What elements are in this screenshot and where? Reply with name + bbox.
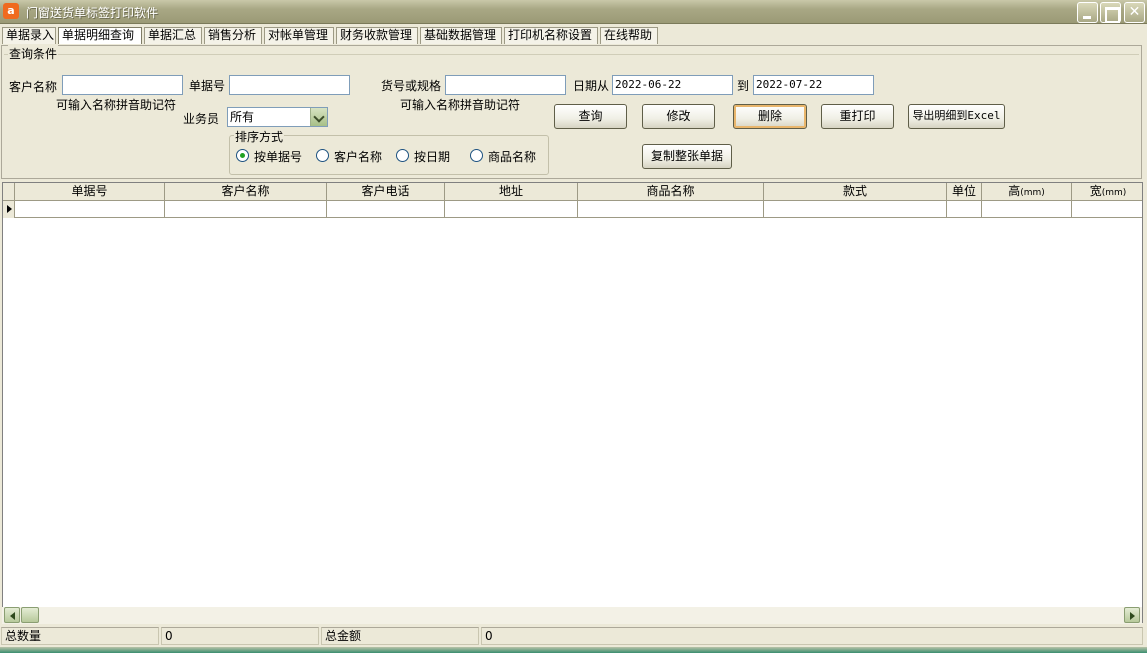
table-cell[interactable] (578, 201, 764, 218)
results-grid[interactable]: 单据号 客户名称 客户电话 地址 商品名称 款式 单位 高(mm) 宽(mm) (2, 182, 1143, 623)
query-panel: 查询条件 客户名称 可输入名称拼音助记符 单据号 货号或规格 可输入名称拼音助记… (1, 45, 1142, 179)
radio-unchecked-icon (470, 149, 483, 162)
column-header-product-name[interactable]: 商品名称 (578, 183, 764, 201)
column-header-height[interactable]: 高(mm) (982, 183, 1072, 201)
menu-item-finance[interactable]: 财务收款管理 (336, 27, 418, 44)
copy-order-button[interactable]: 复制整张单据 (642, 144, 732, 169)
menu-item-sales-analysis[interactable]: 销售分析 (204, 27, 262, 44)
delete-button[interactable]: 删除 (733, 104, 807, 129)
customer-name-hint: 可输入名称拼音助记符 (56, 98, 177, 112)
minimize-icon (1078, 3, 1097, 22)
sort-radio-label: 客户名称 (334, 150, 383, 164)
radio-checked-icon (236, 149, 249, 162)
edit-button[interactable]: 修改 (642, 104, 715, 129)
sort-radio-label: 按单据号 (254, 150, 303, 164)
chevron-down-icon[interactable] (310, 108, 327, 126)
column-header-label: 地址 (498, 184, 523, 198)
reprint-button[interactable]: 重打印 (821, 104, 894, 129)
column-header-unit[interactable]: 单位 (947, 183, 982, 201)
column-header-label: 款式 (842, 184, 867, 198)
column-header-label: 客户名称 (221, 184, 270, 198)
salesman-label: 业务员 (183, 112, 220, 126)
table-cell[interactable] (982, 201, 1072, 218)
order-number-input[interactable] (229, 75, 350, 95)
table-cell[interactable] (327, 201, 445, 218)
column-header-customer-name[interactable]: 客户名称 (165, 183, 327, 201)
column-header-address[interactable]: 地址 (445, 183, 578, 201)
window-title: 门窗送货单标签打印软件 (26, 6, 159, 20)
scroll-left-icon[interactable] (4, 607, 20, 623)
column-header-width[interactable]: 宽(mm) (1072, 183, 1142, 201)
query-panel-legend: 查询条件 (8, 45, 59, 62)
radio-unchecked-icon (396, 149, 409, 162)
product-spec-label: 货号或规格 (381, 79, 442, 93)
column-header-label: 客户电话 (361, 184, 410, 198)
product-spec-hint: 可输入名称拼音助记符 (400, 98, 521, 112)
table-cell[interactable] (764, 201, 947, 218)
date-to-input[interactable]: 2022-07-22 (753, 75, 874, 95)
sort-options-group: 排序方式 按单据号 客户名称 按日期 商品名称 (229, 128, 549, 175)
close-button[interactable]: ✕ (1124, 2, 1145, 23)
column-header-label: 商品名称 (646, 184, 695, 198)
table-cell[interactable] (445, 201, 578, 218)
horizontal-scrollbar[interactable] (2, 607, 1142, 624)
grid-corner (3, 183, 15, 201)
table-cell[interactable] (947, 201, 982, 218)
column-header-customer-phone[interactable]: 客户电话 (327, 183, 445, 201)
column-header-style[interactable]: 款式 (764, 183, 947, 201)
customer-name-label: 客户名称 (9, 80, 58, 94)
total-amount-value: 0 (481, 627, 1143, 645)
radio-unchecked-icon (316, 149, 329, 162)
column-header-order-number[interactable]: 单据号 (15, 183, 165, 201)
menu-item-statement[interactable]: 对帐单管理 (264, 27, 334, 44)
maximize-icon (1101, 3, 1120, 23)
table-cell[interactable] (15, 201, 165, 218)
scroll-right-icon[interactable] (1124, 607, 1140, 623)
column-header-unit-label: (mm) (1101, 188, 1127, 198)
grid-header: 单据号 客户名称 客户电话 地址 商品名称 款式 单位 高(mm) 宽(mm) (3, 183, 1142, 201)
menu-item-order-detail-query[interactable]: 单据明细查询 (58, 27, 142, 44)
column-header-label: 高 (1008, 184, 1021, 198)
sort-radio-label: 商品名称 (488, 150, 537, 164)
menu-item-order-entry[interactable]: 单据录入 (2, 27, 56, 44)
scrollbar-thumb[interactable] (21, 607, 39, 623)
total-quantity-value: 0 (161, 627, 319, 645)
query-button[interactable]: 查询 (554, 104, 627, 129)
status-bar: 总数量 0 总金额 0 (0, 626, 1147, 646)
sort-radio-label: 按日期 (414, 150, 451, 164)
maximize-button[interactable] (1100, 2, 1121, 23)
menu-item-order-summary[interactable]: 单据汇总 (144, 27, 202, 44)
total-quantity-label: 总数量 (1, 627, 159, 645)
date-from-input[interactable]: 2022-06-22 (612, 75, 733, 95)
table-cell[interactable] (165, 201, 327, 218)
app-icon: a (3, 3, 19, 19)
table-row[interactable] (3, 201, 1142, 218)
customer-name-input[interactable] (62, 75, 183, 95)
total-amount-label: 总金额 (321, 627, 479, 645)
menu-item-printer-settings[interactable]: 打印机名称设置 (504, 27, 598, 44)
column-header-label: 宽 (1089, 184, 1102, 198)
minimize-button[interactable] (1077, 2, 1098, 23)
order-number-label: 单据号 (189, 79, 226, 93)
window-bottom-edge (0, 647, 1147, 653)
close-icon: ✕ (1128, 4, 1141, 20)
menu-bar: 单据录入 单据明细查询 单据汇总 销售分析 对帐单管理 财务收款管理 基础数据管… (0, 25, 1147, 45)
column-header-label: 单位 (951, 184, 976, 198)
column-header-unit-label: (mm) (1020, 188, 1045, 198)
sort-options-legend: 排序方式 (234, 128, 285, 145)
column-header-label: 单据号 (71, 184, 108, 198)
export-excel-button[interactable]: 导出明细到Excel (908, 104, 1005, 129)
menu-item-basic-data[interactable]: 基础数据管理 (420, 27, 502, 44)
current-row-arrow-icon (3, 201, 15, 218)
title-bar[interactable]: a 门窗送货单标签打印软件 ✕ (0, 0, 1147, 24)
date-to-label: 到 (737, 79, 750, 93)
salesman-select[interactable]: 所有 (227, 107, 328, 127)
product-spec-input[interactable] (445, 75, 566, 95)
menu-item-online-help[interactable]: 在线帮助 (600, 27, 658, 44)
date-from-label: 日期从 (573, 79, 610, 93)
salesman-value: 所有 (230, 110, 255, 124)
